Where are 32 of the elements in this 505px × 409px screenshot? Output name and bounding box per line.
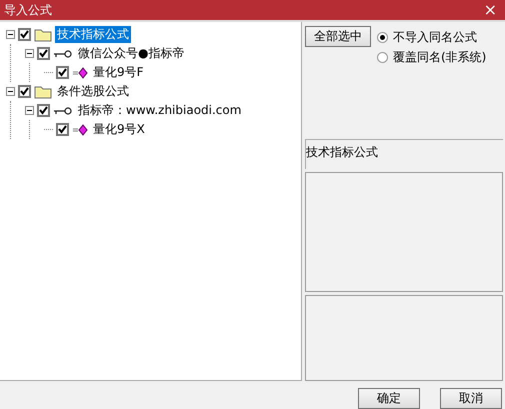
checkbox[interactable] (37, 47, 50, 60)
tree-item[interactable]: 指标帝：www.zhibiaodi.com (76, 102, 244, 119)
checkbox[interactable] (56, 123, 69, 136)
checkbox[interactable] (18, 85, 31, 98)
radio-button[interactable] (377, 32, 388, 43)
diamond-icon (72, 66, 88, 78)
radio-option[interactable]: 覆盖同名(非系统) (377, 49, 486, 66)
close-button[interactable]: × (480, 2, 501, 18)
radio-button[interactable] (377, 52, 388, 63)
tree-item[interactable]: 条件选股公式 (55, 83, 131, 100)
key-icon (53, 48, 73, 58)
checkbox[interactable] (37, 104, 50, 117)
dialog-button[interactable]: 取消 (440, 388, 502, 409)
dialog-button[interactable]: 确定 (358, 388, 420, 409)
tree-item[interactable]: 量化9号X (91, 121, 147, 138)
window-title: 导入公式 (4, 2, 52, 18)
tree-item[interactable]: 量化9号F (91, 64, 146, 81)
radio-option[interactable]: 不导入同名公式 (377, 29, 486, 46)
checkbox[interactable] (18, 28, 31, 41)
category-label: 技术指标公式 (306, 145, 378, 159)
key-icon (53, 106, 73, 116)
tree-item[interactable]: 技术指标公式 (55, 26, 131, 43)
tree-item[interactable]: 微信公众号●指标帝 (76, 45, 186, 62)
collapse-toggle[interactable] (6, 30, 15, 39)
collapse-toggle[interactable] (6, 87, 15, 96)
collapse-toggle[interactable] (25, 49, 34, 58)
diamond-icon (72, 124, 88, 136)
select-all-button[interactable]: 全部选中 (305, 26, 371, 47)
checkbox[interactable] (56, 66, 69, 79)
folder-icon (34, 84, 52, 98)
collapse-toggle[interactable] (25, 106, 34, 115)
folder-icon (34, 28, 52, 42)
